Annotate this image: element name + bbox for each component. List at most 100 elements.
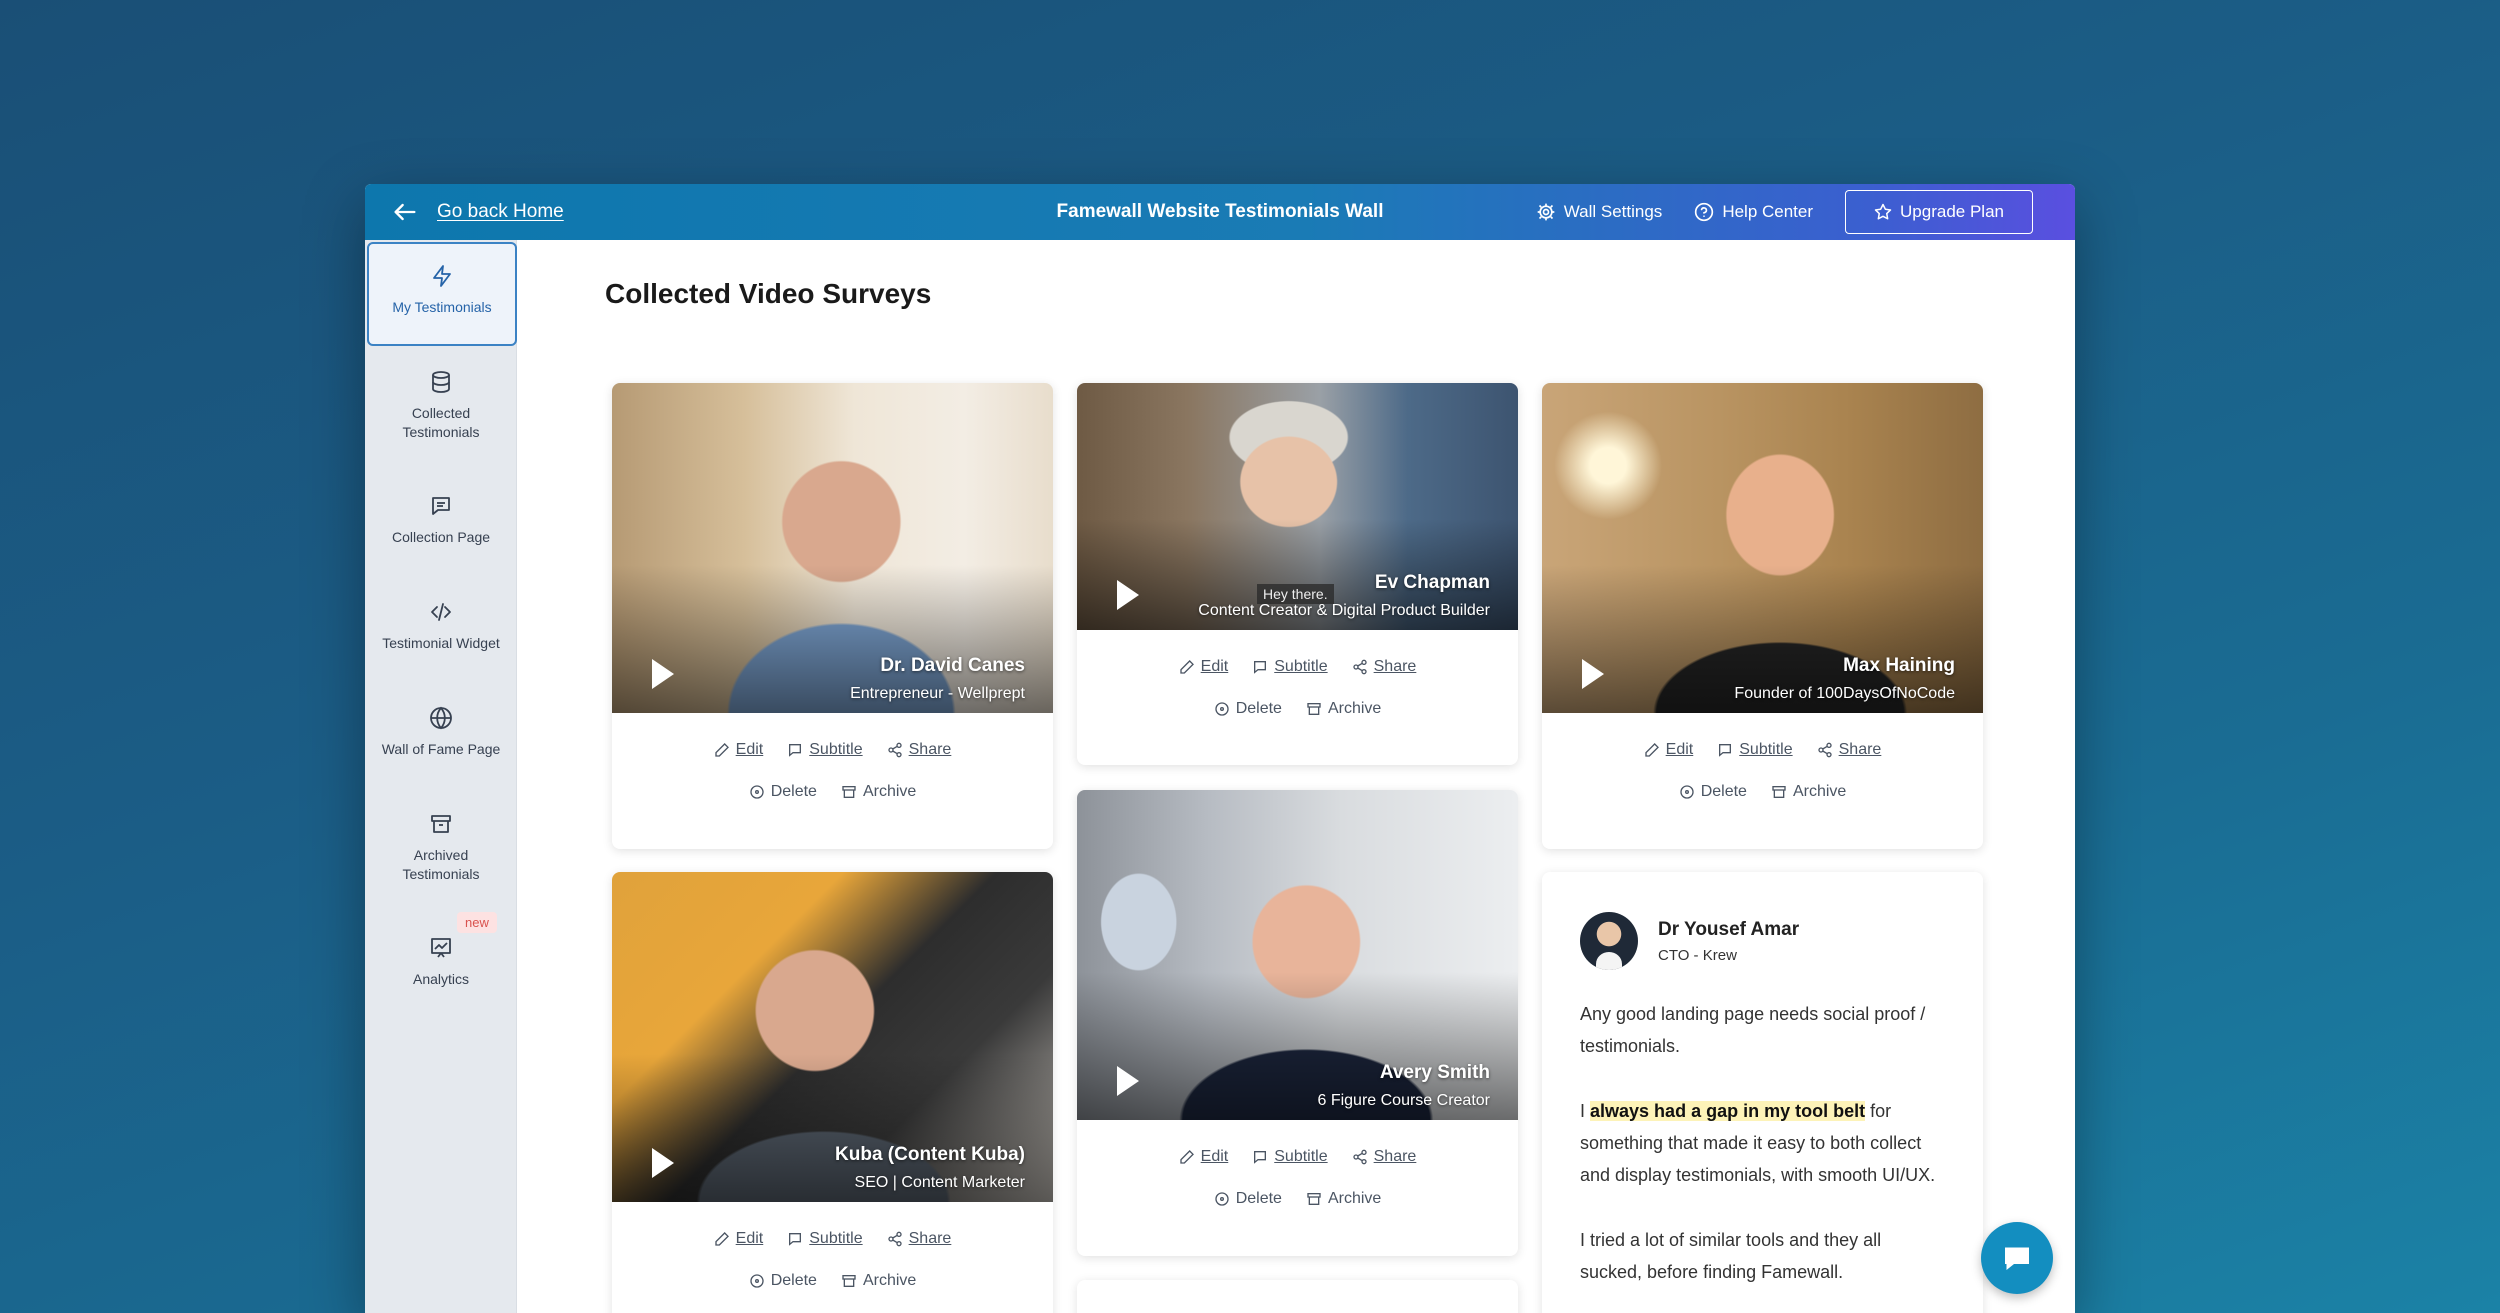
wall-settings-link[interactable]: Wall Settings <box>1536 202 1663 222</box>
delete-label: Delete <box>1235 1190 1282 1207</box>
video-person-role: Content Creator & Digital Product Builde… <box>1198 602 1490 619</box>
archive-icon <box>842 1275 856 1287</box>
subtitle-button[interactable]: Subtitle <box>1252 658 1328 676</box>
testimonial-author-name: Dr Yousef Amar <box>1658 918 1800 940</box>
share-button[interactable]: Share <box>1817 741 1882 759</box>
subtitle-label: Subtitle <box>1274 1148 1328 1165</box>
video-player[interactable]: Max Haining Founder of 100DaysOfNoCode <box>1542 383 1983 713</box>
wall-settings-label: Wall Settings <box>1563 202 1663 221</box>
delete-button[interactable]: Delete <box>749 783 817 801</box>
share-label: Share <box>1838 741 1882 758</box>
archive-button[interactable]: Archive <box>1306 1190 1381 1208</box>
edit-button[interactable]: Edit <box>714 741 763 759</box>
video-player[interactable]: Kuba (Content Kuba) SEO | Content Market… <box>612 872 1053 1202</box>
video-card-partial <box>1077 1280 1518 1313</box>
edit-button[interactable]: Edit <box>1644 741 1693 759</box>
top-bar: Go back Home Famewall Website Testimonia… <box>365 184 2075 240</box>
help-circle-icon <box>1695 202 1714 222</box>
pencil-icon <box>1180 1150 1194 1164</box>
share-button[interactable]: Share <box>1352 658 1416 676</box>
play-icon[interactable] <box>1582 659 1604 689</box>
archive-icon <box>1772 786 1786 798</box>
archive-label: Archive <box>862 783 917 800</box>
edit-label: Edit <box>1200 1148 1229 1165</box>
edit-button[interactable]: Edit <box>1179 658 1228 676</box>
video-player[interactable]: Hey there. Ev Chapman Content Creator & … <box>1077 383 1518 630</box>
help-center-label: Help Center <box>1722 202 1814 221</box>
video-person-name: Max Haining <box>1843 655 1955 676</box>
chart-icon <box>431 938 451 958</box>
share-button[interactable]: Share <box>887 1230 952 1248</box>
upgrade-plan-button[interactable]: Upgrade Plan <box>1845 190 2033 234</box>
archive-icon <box>431 815 451 833</box>
play-icon[interactable] <box>652 1148 674 1178</box>
video-person-name: Ev Chapman <box>1374 572 1490 593</box>
subtitle-button[interactable]: Subtitle <box>787 1230 863 1248</box>
delete-button[interactable]: Delete <box>1679 783 1747 801</box>
video-person-role: 6 Figure Course Creator <box>1317 1092 1490 1109</box>
go-back-home-link[interactable]: Go back Home <box>391 184 564 240</box>
sidebar-item-collected-testimonials[interactable]: Collected Testimonials <box>365 370 517 442</box>
video-card-ev-chapman: Hey there. Ev Chapman Content Creator & … <box>1077 383 1518 765</box>
sidebar-item-analytics[interactable]: Analytics <box>365 936 517 989</box>
sidebar-item-wall-of-fame-page[interactable]: Wall of Fame Page <box>365 706 517 759</box>
video-card-david-canes: Dr. David Canes Entrepreneur - Wellprept… <box>612 383 1053 849</box>
sidebar: My Testimonials Collected Testimonials C… <box>365 240 517 1313</box>
globe-icon <box>430 706 452 730</box>
circle-x-icon <box>750 785 764 799</box>
text-testimonial-card: Dr Yousef Amar CTO - Krew Any good landi… <box>1542 872 1983 1313</box>
sidebar-item-archived-testimonials[interactable]: Archived Testimonials <box>365 812 517 884</box>
archive-label: Archive <box>1327 1190 1382 1207</box>
video-person-role: SEO | Content Marketer <box>854 1174 1025 1191</box>
play-icon[interactable] <box>1117 1066 1139 1096</box>
archive-button[interactable]: Archive <box>1306 700 1381 718</box>
upgrade-plan-label: Upgrade Plan <box>1900 202 2004 221</box>
sidebar-item-my-testimonials[interactable]: My Testimonials <box>367 242 517 346</box>
archive-button[interactable]: Archive <box>841 1272 916 1290</box>
circle-x-icon <box>1215 702 1229 716</box>
message-square-icon <box>432 497 450 515</box>
share-label: Share <box>1373 1148 1417 1165</box>
play-icon[interactable] <box>652 659 674 689</box>
video-player[interactable]: Avery Smith 6 Figure Course Creator <box>1077 790 1518 1120</box>
page-title: Collected Video Surveys <box>605 278 932 309</box>
video-person-name: Kuba (Content Kuba) <box>835 1144 1025 1165</box>
sidebar-item-collection-page[interactable]: Collection Page <box>365 494 517 547</box>
subtitle-caption: Hey there. <box>1257 584 1334 604</box>
message-square-icon <box>1254 1151 1267 1164</box>
delete-label: Delete <box>770 783 817 800</box>
pencil-icon <box>1180 660 1194 674</box>
chat-bubble-icon <box>2005 1247 2029 1270</box>
arrow-left-icon <box>394 203 416 221</box>
app-window: Go back Home Famewall Website Testimonia… <box>365 184 2075 1313</box>
play-icon[interactable] <box>1117 580 1139 610</box>
sidebar-item-label: Wall of Fame Page <box>381 741 501 757</box>
message-square-icon <box>789 744 802 757</box>
edit-button[interactable]: Edit <box>1179 1148 1229 1166</box>
subtitle-button[interactable]: Subtitle <box>1252 1148 1328 1166</box>
subtitle-label: Subtitle <box>1274 658 1328 675</box>
video-player[interactable]: Dr. David Canes Entrepreneur - Wellprept <box>612 383 1053 713</box>
delete-button[interactable]: Delete <box>749 1272 817 1290</box>
message-square-icon <box>789 1233 802 1246</box>
delete-button[interactable]: Delete <box>1214 700 1282 718</box>
sidebar-item-testimonial-widget[interactable]: Testimonial Widget <box>365 600 517 653</box>
archive-button[interactable]: Archive <box>841 783 916 801</box>
video-person-role: Founder of 100DaysOfNoCode <box>1734 685 1955 702</box>
archive-button[interactable]: Archive <box>1771 783 1846 801</box>
delete-button[interactable]: Delete <box>1214 1190 1282 1208</box>
share-button[interactable]: Share <box>1352 1148 1417 1166</box>
circle-x-icon <box>1215 1192 1229 1206</box>
help-center-link[interactable]: Help Center <box>1694 202 1813 222</box>
share-icon <box>1352 1149 1367 1165</box>
share-button[interactable]: Share <box>887 741 951 759</box>
archive-label: Archive <box>1792 783 1847 800</box>
subtitle-button[interactable]: Subtitle <box>1717 741 1793 759</box>
share-label: Share <box>908 1230 952 1247</box>
archive-label: Archive <box>862 1272 917 1289</box>
edit-button[interactable]: Edit <box>714 1230 763 1248</box>
delete-label: Delete <box>770 1272 817 1289</box>
subtitle-button[interactable]: Subtitle <box>787 741 863 759</box>
share-icon <box>1352 659 1367 675</box>
chat-widget-button[interactable] <box>1981 1222 2053 1294</box>
